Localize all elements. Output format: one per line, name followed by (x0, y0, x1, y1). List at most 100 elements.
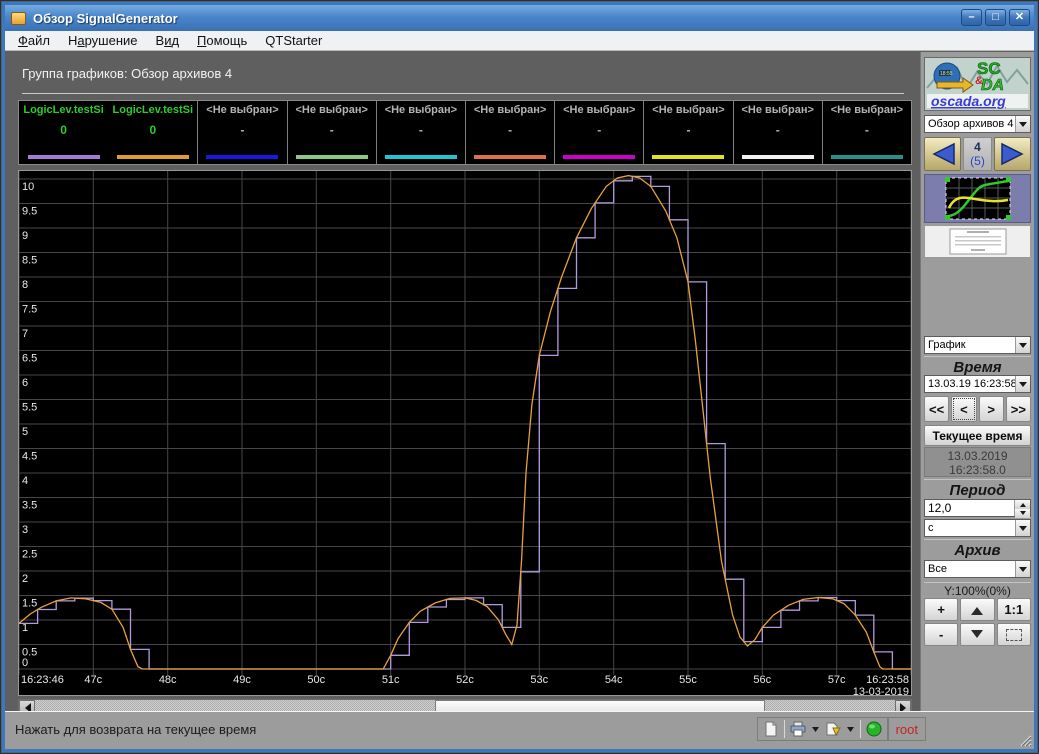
svg-text:oscada.org: oscada.org (931, 93, 1006, 109)
svg-text:55с: 55с (679, 674, 697, 686)
time-fast-back-button[interactable]: << (924, 396, 949, 422)
period-spinner[interactable]: 12,0 (924, 499, 1031, 517)
graph-group-select[interactable]: Обзор архивов 4 (924, 115, 1031, 133)
tray-separator (860, 720, 861, 738)
legend-cell[interactable]: <Не выбран>- (733, 101, 822, 164)
printer-icon[interactable] (790, 721, 806, 737)
legend-cell[interactable]: <Не выбран>- (465, 101, 554, 164)
view-thumbnail-report[interactable] (924, 225, 1031, 258)
status-icon-tray (757, 717, 888, 741)
current-time-display: 13.03.2019 16:23:58.0 (924, 447, 1031, 477)
shift-up-button[interactable] (960, 598, 994, 621)
close-button[interactable]: ✕ (1009, 9, 1030, 26)
menu-view[interactable]: Вид (147, 31, 189, 50)
view-mode-select[interactable]: График (924, 336, 1031, 354)
graph-group-panel: Группа графиков: Обзор архивов 4 LogicLe… (10, 55, 920, 717)
svg-text:9.5: 9.5 (22, 206, 37, 218)
minimize-button[interactable]: – (961, 9, 982, 26)
svg-text:57с: 57с (828, 674, 846, 686)
time-fast-forward-button[interactable]: >> (1006, 396, 1031, 422)
chevron-down-icon[interactable] (1015, 376, 1030, 392)
archive-select[interactable]: Все (924, 560, 1031, 578)
legend-cell[interactable]: <Не выбран>- (287, 101, 376, 164)
legend-value: - (823, 123, 911, 137)
svg-text:49с: 49с (233, 674, 251, 686)
svg-text:6.5: 6.5 (22, 353, 37, 365)
datetime-select[interactable]: 13.03.19 16:23:58 (924, 375, 1031, 393)
document-icon[interactable] (763, 721, 779, 737)
menu-file[interactable]: Файл (9, 31, 59, 50)
chevron-down-icon[interactable] (846, 725, 855, 733)
shift-down-button[interactable] (960, 623, 994, 646)
legend-color-bar (28, 155, 100, 159)
svg-text:48с: 48с (159, 674, 177, 686)
legend-color-bar (296, 155, 368, 159)
legend-cell[interactable]: <Не выбран>- (643, 101, 732, 164)
chevron-down-icon[interactable] (1015, 116, 1030, 132)
legend-cell[interactable]: LogicLev.testSi0 (19, 101, 108, 164)
spin-up-icon[interactable] (1015, 500, 1030, 509)
period-value[interactable]: 12,0 (925, 500, 1014, 516)
legend-cell[interactable]: LogicLev.testSi0 (108, 101, 197, 164)
legend-color-bar (206, 155, 278, 159)
status-led[interactable] (866, 721, 882, 737)
zoom-reset-button[interactable]: 1:1 (997, 598, 1031, 621)
maximize-button[interactable]: □ (985, 9, 1006, 26)
legend-cell[interactable]: <Не выбран>- (554, 101, 643, 164)
spin-down-icon[interactable] (1015, 509, 1030, 518)
time-back-button[interactable]: < (951, 396, 976, 422)
chevron-down-icon[interactable] (811, 725, 820, 733)
chevron-down-icon[interactable] (1015, 561, 1030, 577)
app-icon (11, 12, 26, 25)
prev-page-button[interactable] (924, 137, 961, 171)
legend-color-bar (831, 155, 903, 159)
view-thumbnail-chart[interactable] (924, 174, 1031, 223)
trend-plot[interactable]: 109.598.587.576.565.554.543.532.521.510.… (19, 171, 911, 696)
legend-cell[interactable]: <Не выбран>- (197, 101, 286, 164)
period-unit-select[interactable]: с (924, 519, 1031, 537)
svg-text:10: 10 (22, 181, 34, 193)
zoom-out-button[interactable]: - (924, 623, 958, 646)
legend-cell[interactable]: <Не выбран>- (822, 101, 911, 164)
legend-color-bar (742, 155, 814, 159)
svg-text:51с: 51с (382, 674, 400, 686)
chevron-down-icon[interactable] (1015, 337, 1030, 353)
legend-cell[interactable]: <Не выбран>- (376, 101, 465, 164)
svg-text:4: 4 (22, 475, 28, 487)
current-time-button[interactable]: Текущее время (924, 425, 1031, 446)
legend-label: <Не выбран> (734, 104, 822, 116)
time-forward-button[interactable]: > (979, 396, 1004, 422)
archive-section-header: Архив (924, 539, 1031, 559)
menu-help[interactable]: Помощь (188, 31, 256, 50)
status-bar: Нажать для возврата на текущее время roo… (5, 711, 1034, 749)
legend-value: - (644, 123, 732, 137)
zoom-box-button[interactable] (997, 623, 1031, 646)
svg-text:54с: 54с (605, 674, 623, 686)
menu-qtstarter[interactable]: QTStarter (256, 31, 331, 50)
svg-text:2.5: 2.5 (22, 549, 37, 561)
title-bar[interactable]: Обзор SignalGenerator – □ ✕ (5, 5, 1034, 31)
report-thumbnail-icon (949, 228, 1007, 255)
next-page-button[interactable] (994, 137, 1031, 171)
legend-color-bar (652, 155, 724, 159)
legend-color-bar (563, 155, 635, 159)
workspace: Группа графиков: Обзор архивов 4 LogicLe… (5, 52, 1034, 711)
svg-text:18:55: 18:55 (940, 71, 953, 77)
trend-chart[interactable]: 109.598.587.576.565.554.543.532.521.510.… (18, 170, 912, 696)
legend-label: LogicLev.testSi (19, 104, 108, 116)
oscada-logo-image: 18:55 SC & DA oscada.org (925, 58, 1030, 110)
export-icon[interactable] (825, 721, 841, 737)
status-message[interactable]: Нажать для возврата на текущее время (15, 722, 256, 737)
zoom-in-button[interactable]: + (924, 598, 958, 621)
svg-text:1.5: 1.5 (22, 598, 37, 610)
svg-text:5: 5 (22, 426, 28, 438)
oscada-logo[interactable]: 18:55 SC & DA oscada.org (924, 57, 1031, 111)
legend-label: <Не выбран> (198, 104, 286, 116)
menu-violation[interactable]: Нарушение (59, 31, 147, 50)
current-time-value: 16:23:58.0 (925, 463, 1030, 477)
chart-canvas[interactable]: 109.598.587.576.565.554.543.532.521.510.… (19, 171, 911, 695)
chevron-down-icon[interactable] (1015, 520, 1030, 536)
resize-grip[interactable] (1018, 733, 1032, 747)
window-frame: Обзор SignalGenerator – □ ✕ Файл Нарушен… (2, 2, 1037, 752)
legend-value: - (377, 123, 465, 137)
